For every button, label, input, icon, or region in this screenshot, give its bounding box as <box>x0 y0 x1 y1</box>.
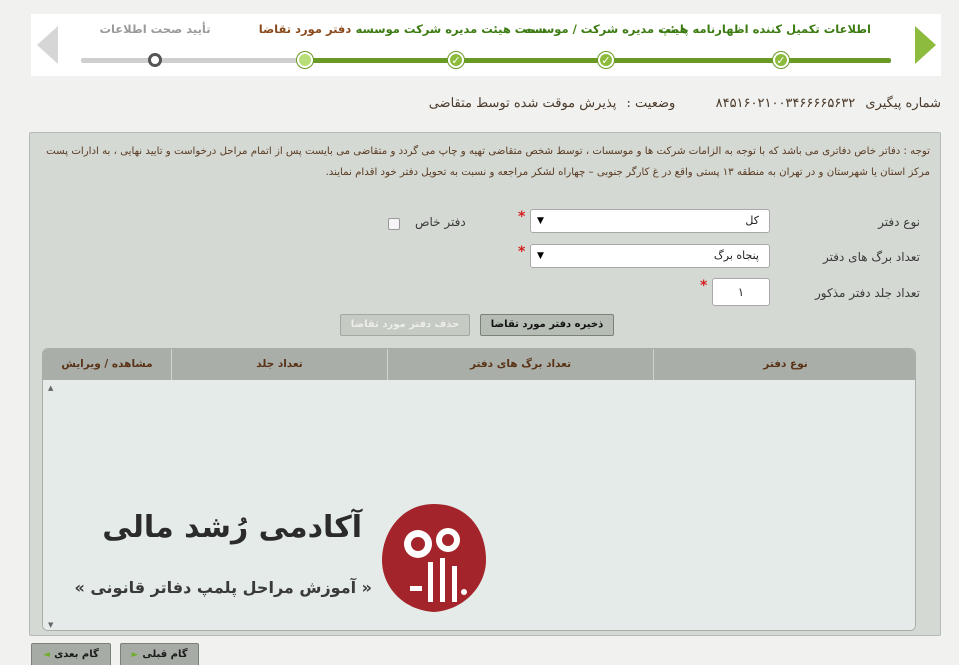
grid-scrollbar[interactable]: ▲ ▼ <box>43 380 60 630</box>
volumes-input[interactable]: ۱ <box>712 278 770 306</box>
wizard-progress: اطلاعات تکمیل کننده اظهارنامه پلمپ ✓ هیئ… <box>31 14 941 76</box>
arrow-right-icon: ► <box>131 650 139 660</box>
chevron-down-icon: ▼ <box>537 251 544 261</box>
prev-step-button[interactable]: گام قبلی ► <box>120 643 199 665</box>
check-icon: ✓ <box>448 52 464 68</box>
wizard-step-applicant-info[interactable]: اطلاعات تکمیل کننده اظهارنامه پلمپ ✓ <box>659 14 871 76</box>
status-label: وضعیت : <box>626 96 676 111</box>
column-header-volumes[interactable]: تعداد جلد <box>171 349 387 380</box>
wizard-step-label: تأیید صحت اطلاعات <box>99 22 211 36</box>
status-value: پذیرش موقت شده توسط متقاضی <box>428 96 617 111</box>
tracking-info: شماره پیگیری ۸۴۵۱۶۰۲۱۰۰۳۴۶۶۶۶۵۶۳۲ وضعیت … <box>423 96 941 116</box>
column-header-view-edit[interactable]: مشاهده / ویرایش <box>43 349 171 380</box>
tracking-number: ۸۴۵۱۶۰۲۱۰۰۳۴۶۶۶۶۵۶۳۲ <box>715 96 856 111</box>
check-icon: ✓ <box>773 52 789 68</box>
special-book-label: دفتر خاص <box>415 215 466 229</box>
wizard-next-arrow-icon[interactable] <box>915 26 936 64</box>
grid-header: نوع دفتر تعداد برگ های دفتر تعداد جلد مش… <box>43 349 915 380</box>
book-type-label: نوع دفتر <box>878 215 920 229</box>
academy-logo-icon <box>382 504 486 612</box>
special-book-checkbox[interactable] <box>388 218 400 230</box>
column-header-book-type[interactable]: نوع دفتر <box>653 349 915 380</box>
required-mark: * <box>518 209 526 225</box>
wizard-prev-arrow-icon[interactable] <box>37 26 58 64</box>
volumes-label: تعداد جلد دفتر مذکور <box>815 286 920 300</box>
prev-step-label: گام قبلی <box>142 649 188 660</box>
wizard-step-label: اطلاعات تکمیل کننده اظهارنامه پلمپ <box>659 22 871 36</box>
academy-title: آکادمی رُشد مالی <box>102 510 362 545</box>
pending-step-dot-icon <box>148 53 162 67</box>
check-icon: ✓ <box>598 52 614 68</box>
required-mark: * <box>518 244 526 260</box>
current-step-dot-icon <box>297 52 313 68</box>
required-mark: * <box>700 278 708 294</box>
scroll-down-icon[interactable]: ▼ <box>48 621 53 629</box>
pages-select[interactable]: پنجاه برگ ▼ <box>530 244 770 268</box>
next-step-label: گام بعدی <box>54 649 99 660</box>
notice-text: توجه : دفاتر خاص دفاتری می باشد که با تو… <box>46 146 930 178</box>
save-book-button[interactable]: ذخیره دفتر مورد تقاضا <box>480 314 614 336</box>
chevron-down-icon: ▼ <box>537 216 544 226</box>
wizard-step-confirm[interactable]: تأیید صحت اطلاعات <box>65 14 245 76</box>
pages-value: پنجاه برگ <box>713 249 759 262</box>
pages-label: تعداد برگ های دفتر <box>823 250 920 264</box>
delete-book-button[interactable]: حذف دفتر مورد تقاضا <box>340 314 470 336</box>
arrow-left-icon: ◄ <box>43 650 51 660</box>
book-type-value: کل <box>745 214 759 227</box>
scroll-up-icon[interactable]: ▲ <box>48 384 53 392</box>
book-type-select[interactable]: کل ▼ <box>530 209 770 233</box>
tracking-label: شماره پیگیری <box>865 96 941 111</box>
column-header-pages[interactable]: تعداد برگ های دفتر <box>387 349 653 380</box>
academy-subtitle: « آموزش مراحل پلمپ دفاتر قانونی » <box>74 578 372 597</box>
next-step-button[interactable]: گام بعدی ◄ <box>31 643 111 665</box>
